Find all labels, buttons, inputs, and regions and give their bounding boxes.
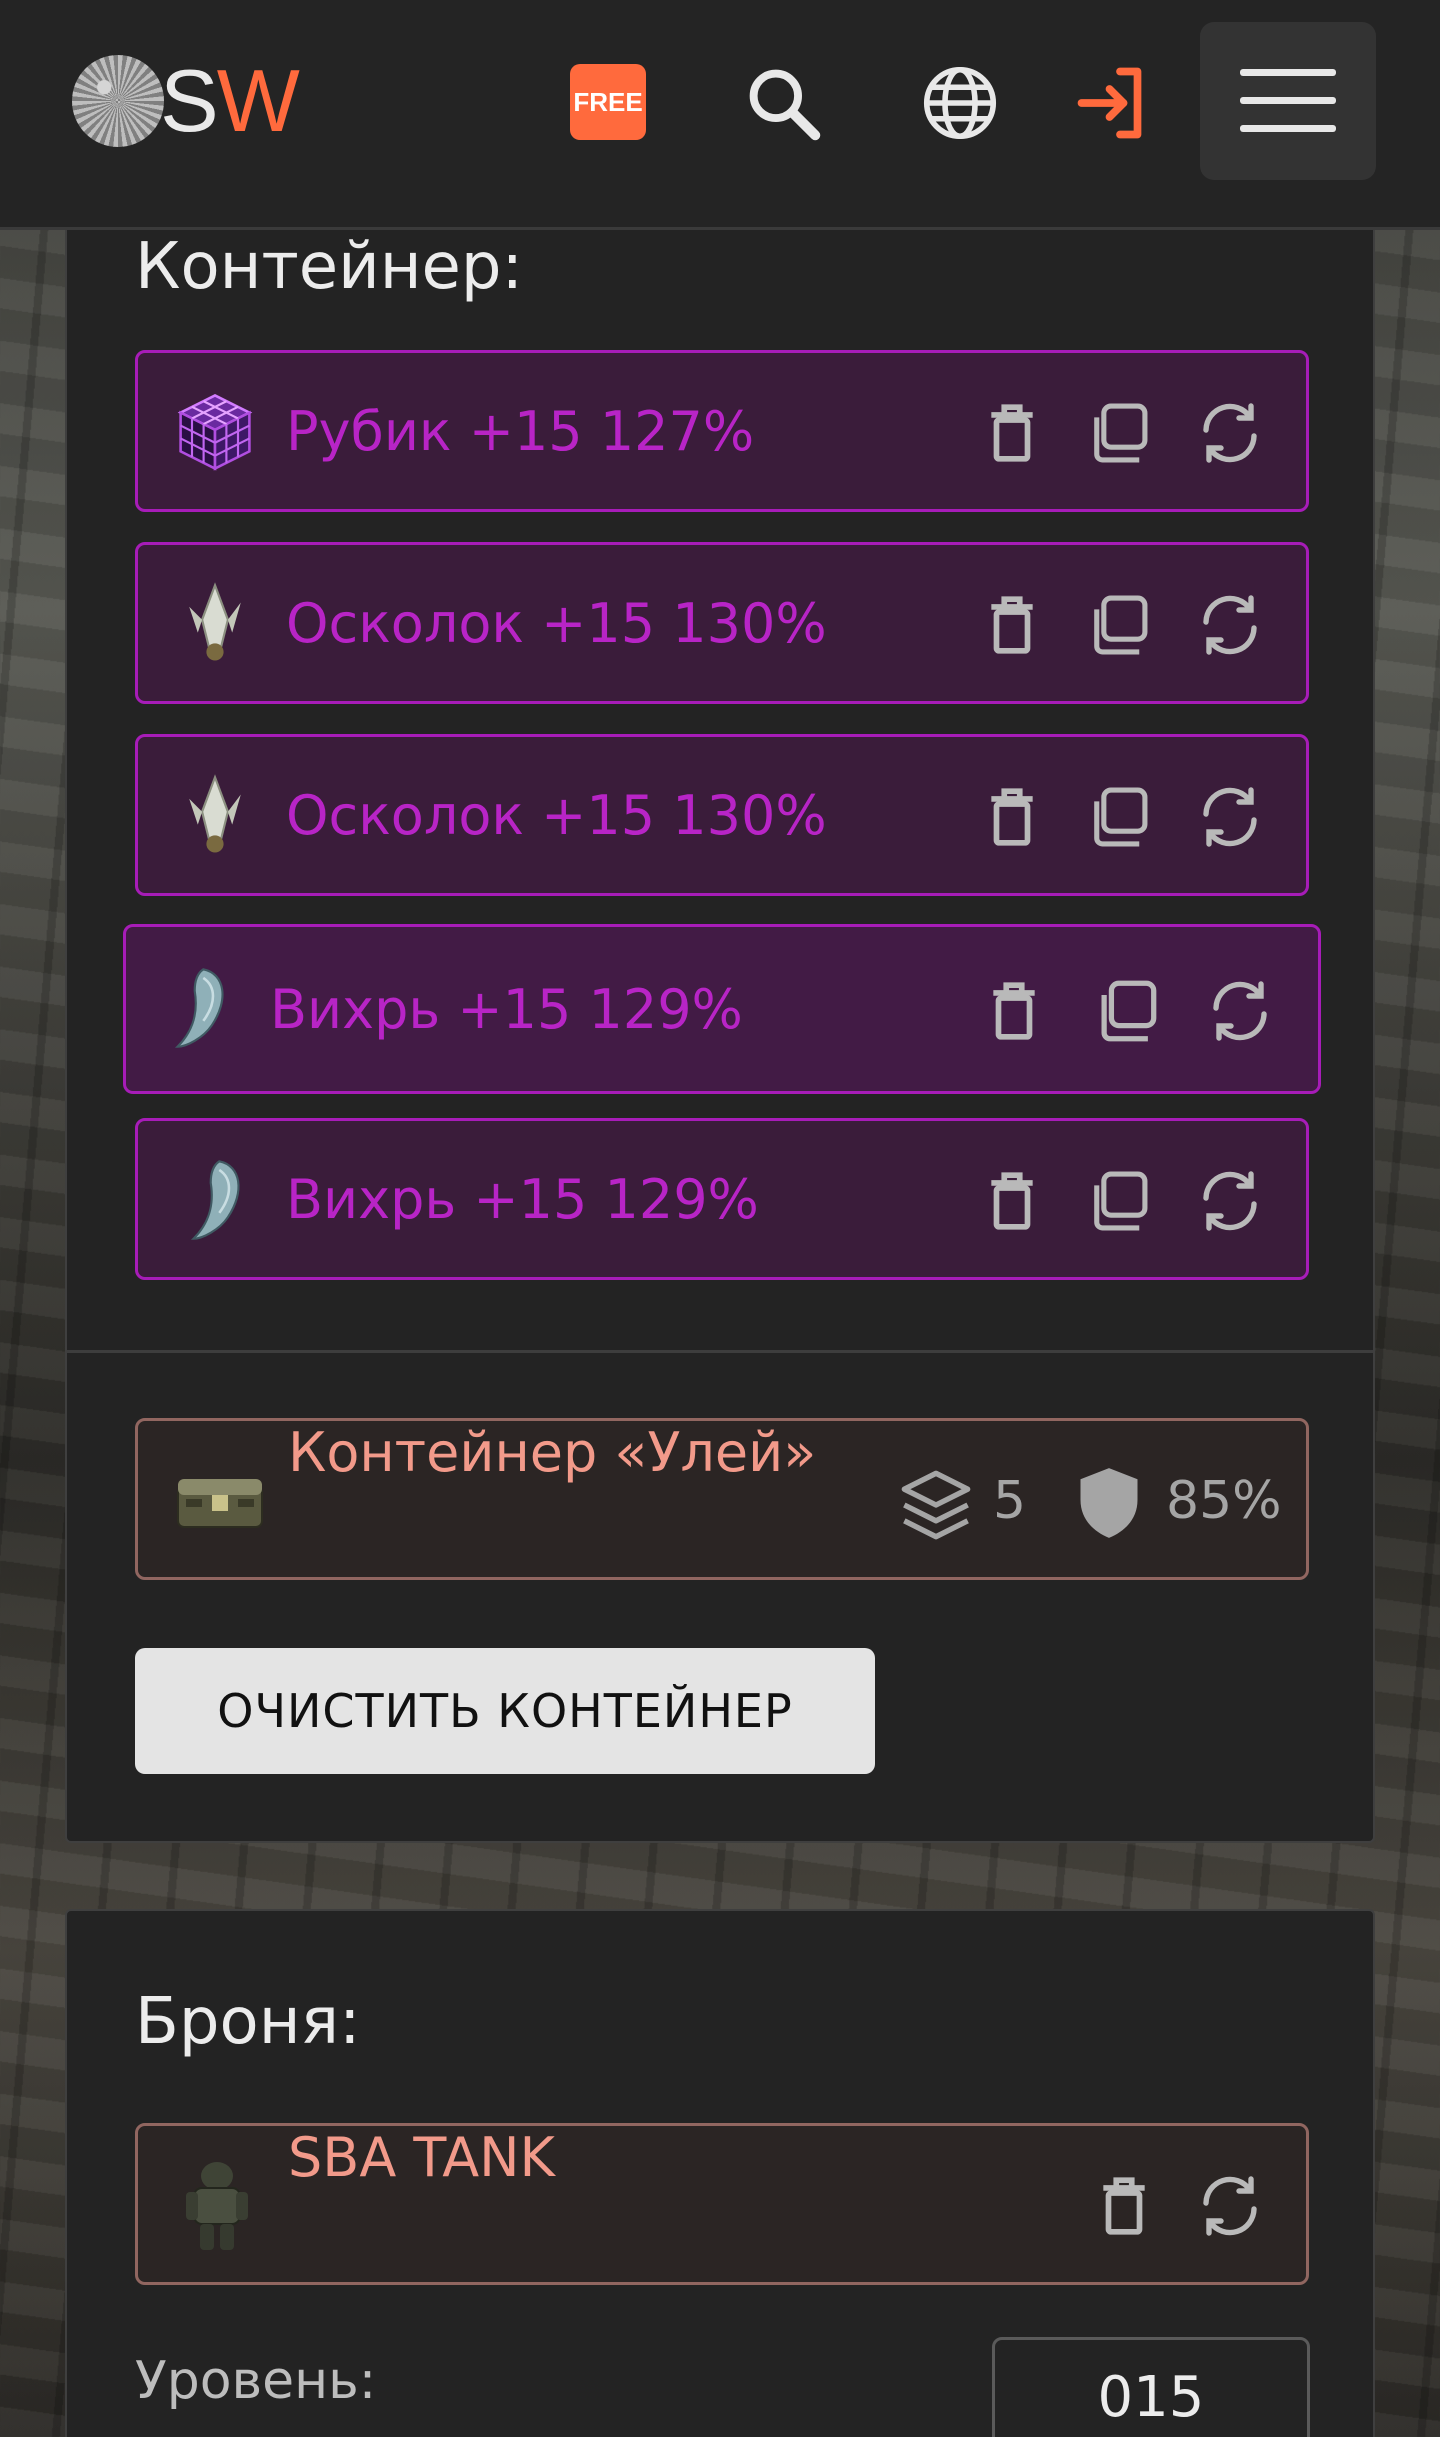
container-item[interactable]: Осколок +15 130% <box>135 734 1309 896</box>
level-input[interactable]: 015 <box>992 2337 1310 2437</box>
top-navbar: SW FREE <box>0 0 1440 230</box>
armor-name: SBA TANK <box>288 2126 555 2189</box>
container-slot[interactable]: Контейнер «Улей» 5 85% <box>135 1418 1309 1580</box>
refresh-icon <box>1203 2176 1257 2236</box>
item-name: Рубик +15 127% <box>286 399 755 463</box>
trash-icon <box>991 596 1033 654</box>
delete-button[interactable] <box>976 397 1048 469</box>
hamburger-menu-button[interactable] <box>1200 22 1376 180</box>
item-name: Осколок +15 130% <box>286 783 827 847</box>
clear-container-button[interactable]: ОЧИСТИТЬ КОНТЕЙНЕР <box>135 1648 875 1774</box>
copy-icon <box>1094 595 1148 655</box>
logo-letter-s: S <box>160 51 219 150</box>
claw-icon <box>174 968 224 1048</box>
refresh-icon <box>1203 403 1257 463</box>
refresh-icon <box>1203 787 1257 847</box>
copy-button[interactable] <box>1082 589 1154 661</box>
replace-button[interactable] <box>1194 781 1266 853</box>
chest-icon <box>177 1479 263 1528</box>
item-name: Осколок +15 130% <box>286 591 827 655</box>
delete-button[interactable] <box>976 589 1048 661</box>
crystal-shard-icon <box>189 582 241 661</box>
replace-button[interactable] <box>1194 589 1266 661</box>
free-badge-button[interactable]: FREE <box>570 64 646 140</box>
container-name: Контейнер «Улей» <box>288 1421 817 1484</box>
claw-icon <box>190 1160 240 1240</box>
globe-icon <box>923 66 997 140</box>
login-icon <box>1077 67 1142 139</box>
menu-icon <box>1240 69 1336 132</box>
delete-button[interactable] <box>978 975 1050 1047</box>
search-icon <box>749 69 821 141</box>
copy-button[interactable] <box>1082 1165 1154 1237</box>
login-button[interactable] <box>1070 60 1156 146</box>
replace-button[interactable] <box>1194 2170 1266 2242</box>
replace-button[interactable] <box>1194 1165 1266 1237</box>
item-name: Вихрь +15 129% <box>270 977 743 1041</box>
copy-button[interactable] <box>1090 975 1162 1047</box>
replace-button[interactable] <box>1194 397 1266 469</box>
logo-globe-icon <box>72 55 164 147</box>
copy-icon <box>1094 1171 1148 1231</box>
search-button[interactable] <box>740 60 826 146</box>
armor-section-title: Броня: <box>135 1985 361 2059</box>
logo-letter-w: W <box>216 51 300 150</box>
crystal-shard-icon <box>189 774 241 853</box>
container-section-title: Контейнер: <box>135 230 524 304</box>
item-name: Вихрь +15 129% <box>286 1167 759 1231</box>
site-logo[interactable]: SW <box>72 51 300 150</box>
layers-icon <box>901 1470 971 1540</box>
copy-icon <box>1101 980 1157 1042</box>
language-button[interactable] <box>917 60 1003 146</box>
refresh-icon <box>1203 1171 1257 1231</box>
container-item[interactable]: Вихрь +15 129% <box>135 1118 1309 1280</box>
container-panel: Контейнер: Рубик +15 127% Осколок +15 13… <box>65 230 1375 1843</box>
trash-icon <box>993 982 1035 1040</box>
shield-icon <box>1080 1468 1138 1538</box>
armor-suit-icon <box>186 2162 248 2250</box>
trash-icon <box>991 404 1033 462</box>
level-label: Уровень: <box>135 2351 377 2411</box>
copy-button[interactable] <box>1082 781 1154 853</box>
delete-button[interactable] <box>976 1165 1048 1237</box>
container-item[interactable]: Рубик +15 127% <box>135 350 1309 512</box>
refresh-icon <box>1203 595 1257 655</box>
protection-value: 85% <box>1166 1471 1282 1531</box>
armor-panel: Броня: SBA TANK Уровень: 015 <box>65 1909 1375 2437</box>
delete-button[interactable] <box>976 781 1048 853</box>
trash-icon <box>1103 2177 1145 2235</box>
copy-icon <box>1094 403 1148 463</box>
divider <box>67 1350 1373 1353</box>
slots-count: 5 <box>993 1471 1027 1531</box>
trash-icon <box>991 1172 1033 1230</box>
copy-button[interactable] <box>1082 397 1154 469</box>
rubik-cube-icon <box>177 394 253 471</box>
delete-button[interactable] <box>1088 2170 1160 2242</box>
container-item[interactable]: Осколок +15 130% <box>135 542 1309 704</box>
trash-icon <box>991 788 1033 846</box>
replace-button[interactable] <box>1204 975 1276 1047</box>
copy-icon <box>1094 787 1148 847</box>
armor-slot[interactable]: SBA TANK <box>135 2123 1309 2285</box>
container-item-hovered[interactable]: Вихрь +15 129% <box>123 924 1321 1094</box>
refresh-icon <box>1213 981 1267 1041</box>
